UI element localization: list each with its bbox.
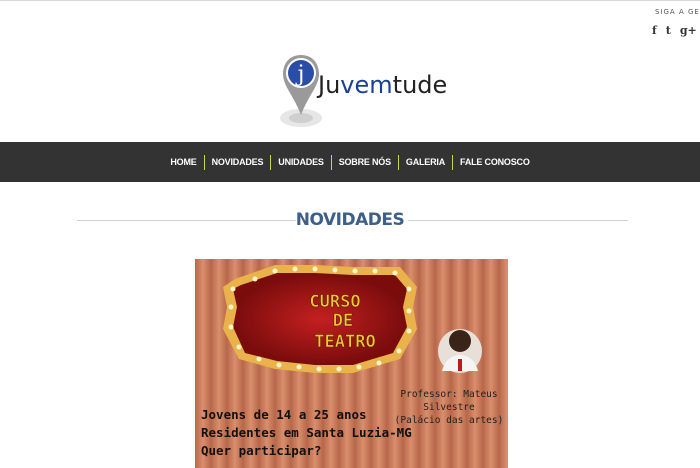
main-nav: HOME NOVIDADES UNIDADES SOBRE NÓS GALERI… [0, 142, 700, 182]
nav-galeria[interactable]: GALERIA [399, 157, 452, 167]
section-header: NOVIDADES [0, 210, 700, 230]
sign-line-1: CURSO [309, 292, 360, 312]
nav-home[interactable]: HOME [163, 157, 203, 167]
section-title: NOVIDADES [295, 210, 405, 230]
banner-headline: Jovens de 14 a 25 anos Residentes em San… [201, 407, 412, 458]
nav-fale-conosco[interactable]: FALE CONOSCO [453, 157, 537, 167]
nav-sobre-nos[interactable]: SOBRE NÓS [332, 157, 398, 167]
nav-unidades[interactable]: UNIDADES [271, 157, 330, 167]
google-plus-icon[interactable]: g+ [680, 24, 697, 37]
divider [408, 220, 628, 221]
social-links: f t g+ [652, 24, 697, 37]
sign-line-3: TEATRO [314, 332, 375, 352]
follow-us-label: SIGA A GENTE [655, 8, 700, 16]
facebook-icon[interactable]: f [652, 24, 657, 37]
nav-novidades[interactable]: NOVIDADES [205, 157, 271, 167]
sign-line-2: DE [333, 311, 353, 331]
divider [77, 220, 296, 221]
logo-text: Juvemtude [318, 71, 448, 99]
twitter-icon[interactable]: t [666, 24, 671, 37]
